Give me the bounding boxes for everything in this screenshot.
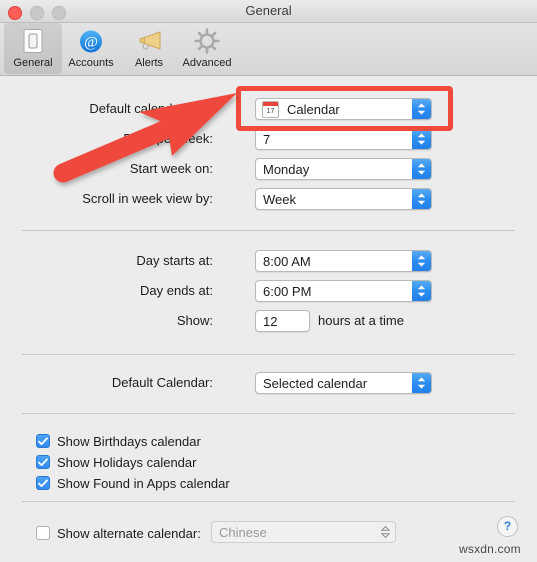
dropdown-default-calendar-app-value: Calendar xyxy=(287,101,340,117)
chevron-updown-icon xyxy=(412,373,431,393)
dropdown-alternate-calendar[interactable]: Chinese xyxy=(211,521,396,543)
preferences-window: General General @ Accounts Alerts Advanc… xyxy=(0,0,537,562)
checkbox-show-found-in-apps-calendar-label: Show Found in Apps calendar xyxy=(57,475,230,491)
toolbar-tab-general-label: General xyxy=(13,57,53,69)
label-scroll-in-week-view-by: Scroll in week view by: xyxy=(82,191,213,206)
dropdown-start-week-on-value: Monday xyxy=(263,161,310,177)
label-hours-at-a-time: hours at a time xyxy=(318,313,404,328)
svg-text:@: @ xyxy=(84,35,98,51)
label-start-week-on: Start week on: xyxy=(129,161,213,176)
dropdown-scroll-in-week-view-by[interactable]: Week xyxy=(255,188,432,210)
toolbar-tab-advanced-label: Advanced xyxy=(182,57,232,69)
dropdown-day-ends-at[interactable]: 6:00 PM xyxy=(255,280,432,302)
general-icon xyxy=(16,26,50,56)
help-button[interactable]: ? xyxy=(497,516,518,537)
checkbox-empty-icon xyxy=(36,526,50,540)
at-sign-icon: @ xyxy=(74,26,108,56)
preferences-content: Default calendar app: 17 Calendar Days p… xyxy=(0,76,537,562)
dropdown-day-ends-at-value: 6:00 PM xyxy=(263,283,312,299)
chevron-updown-icon xyxy=(412,159,431,179)
label-show-hours: Show: xyxy=(176,313,213,328)
toolbar-tab-alerts-label: Alerts xyxy=(134,57,164,69)
toolbar-tab-accounts[interactable]: @ Accounts xyxy=(62,23,120,74)
checkbox-show-alternate-calendar[interactable]: Show alternate calendar: xyxy=(36,524,201,542)
chevron-updown-icon xyxy=(412,251,431,271)
checkbox-show-holidays-calendar[interactable]: Show Holidays calendar xyxy=(36,453,196,471)
dropdown-default-calendar[interactable]: Selected calendar xyxy=(255,372,432,394)
checkbox-show-birthdays-calendar-label: Show Birthdays calendar xyxy=(57,433,201,449)
gear-icon xyxy=(190,26,224,56)
checkbox-show-alternate-calendar-label: Show alternate calendar: xyxy=(57,525,201,541)
chevron-updown-icon xyxy=(412,129,431,149)
toolbar-tab-accounts-label: Accounts xyxy=(68,57,114,69)
checkbox-show-found-in-apps-calendar[interactable]: Show Found in Apps calendar xyxy=(36,474,230,492)
label-days-per-week: Days per week: xyxy=(123,131,213,146)
label-day-starts-at: Day starts at: xyxy=(136,253,213,268)
watermark-text: wsxdn.com xyxy=(459,542,521,556)
megaphone-icon xyxy=(132,26,166,56)
label-day-ends-at: Day ends at: xyxy=(140,283,213,298)
dropdown-start-week-on[interactable]: Monday xyxy=(255,158,432,180)
section-divider-4 xyxy=(22,501,515,502)
dropdown-days-per-week[interactable]: 7 xyxy=(255,128,432,150)
toolbar-tab-alerts[interactable]: Alerts xyxy=(120,23,178,74)
checkbox-show-holidays-calendar-label: Show Holidays calendar xyxy=(57,454,197,470)
checkmark-icon xyxy=(36,434,50,448)
section-divider-2 xyxy=(22,354,515,355)
toolbar-tab-general[interactable]: General xyxy=(4,23,62,74)
toolbar-tab-advanced[interactable]: Advanced xyxy=(178,23,236,74)
dropdown-default-calendar-value: Selected calendar xyxy=(263,375,368,391)
chevron-updown-icon xyxy=(376,522,395,542)
zoom-button-icon[interactable] xyxy=(52,6,66,20)
chevron-updown-icon xyxy=(412,281,431,301)
checkbox-show-birthdays-calendar[interactable]: Show Birthdays calendar xyxy=(36,432,201,450)
section-divider-3 xyxy=(22,413,515,414)
chevron-updown-icon xyxy=(412,99,431,119)
label-default-calendar: Default Calendar: xyxy=(111,375,213,390)
calendar-app-icon: 17 xyxy=(262,100,279,118)
chevron-updown-icon xyxy=(412,189,431,209)
dropdown-day-starts-at[interactable]: 8:00 AM xyxy=(255,250,432,272)
chevron-updown-icon[interactable] xyxy=(300,316,309,326)
traffic-lights xyxy=(8,6,66,20)
window-titlebar: General xyxy=(0,0,537,23)
dropdown-alternate-calendar-value: Chinese xyxy=(219,524,267,540)
dropdown-scroll-in-week-view-by-value: Week xyxy=(263,191,296,207)
stepper-hours-shown[interactable]: 12 xyxy=(255,310,310,332)
minimize-button-icon[interactable] xyxy=(30,6,44,20)
window-title: General xyxy=(245,3,292,18)
dropdown-default-calendar-app[interactable]: 17 Calendar xyxy=(255,98,432,120)
stepper-hours-shown-value: 12 xyxy=(263,313,278,329)
checkmark-icon xyxy=(36,476,50,490)
checkmark-icon xyxy=(36,455,50,469)
preferences-toolbar: General @ Accounts Alerts Advanced xyxy=(0,23,537,76)
close-button-icon[interactable] xyxy=(8,6,22,20)
label-default-calendar-app: Default calendar app: xyxy=(89,101,213,116)
section-divider-1 xyxy=(22,230,515,231)
dropdown-days-per-week-value: 7 xyxy=(263,131,271,147)
dropdown-day-starts-at-value: 8:00 AM xyxy=(263,253,311,269)
